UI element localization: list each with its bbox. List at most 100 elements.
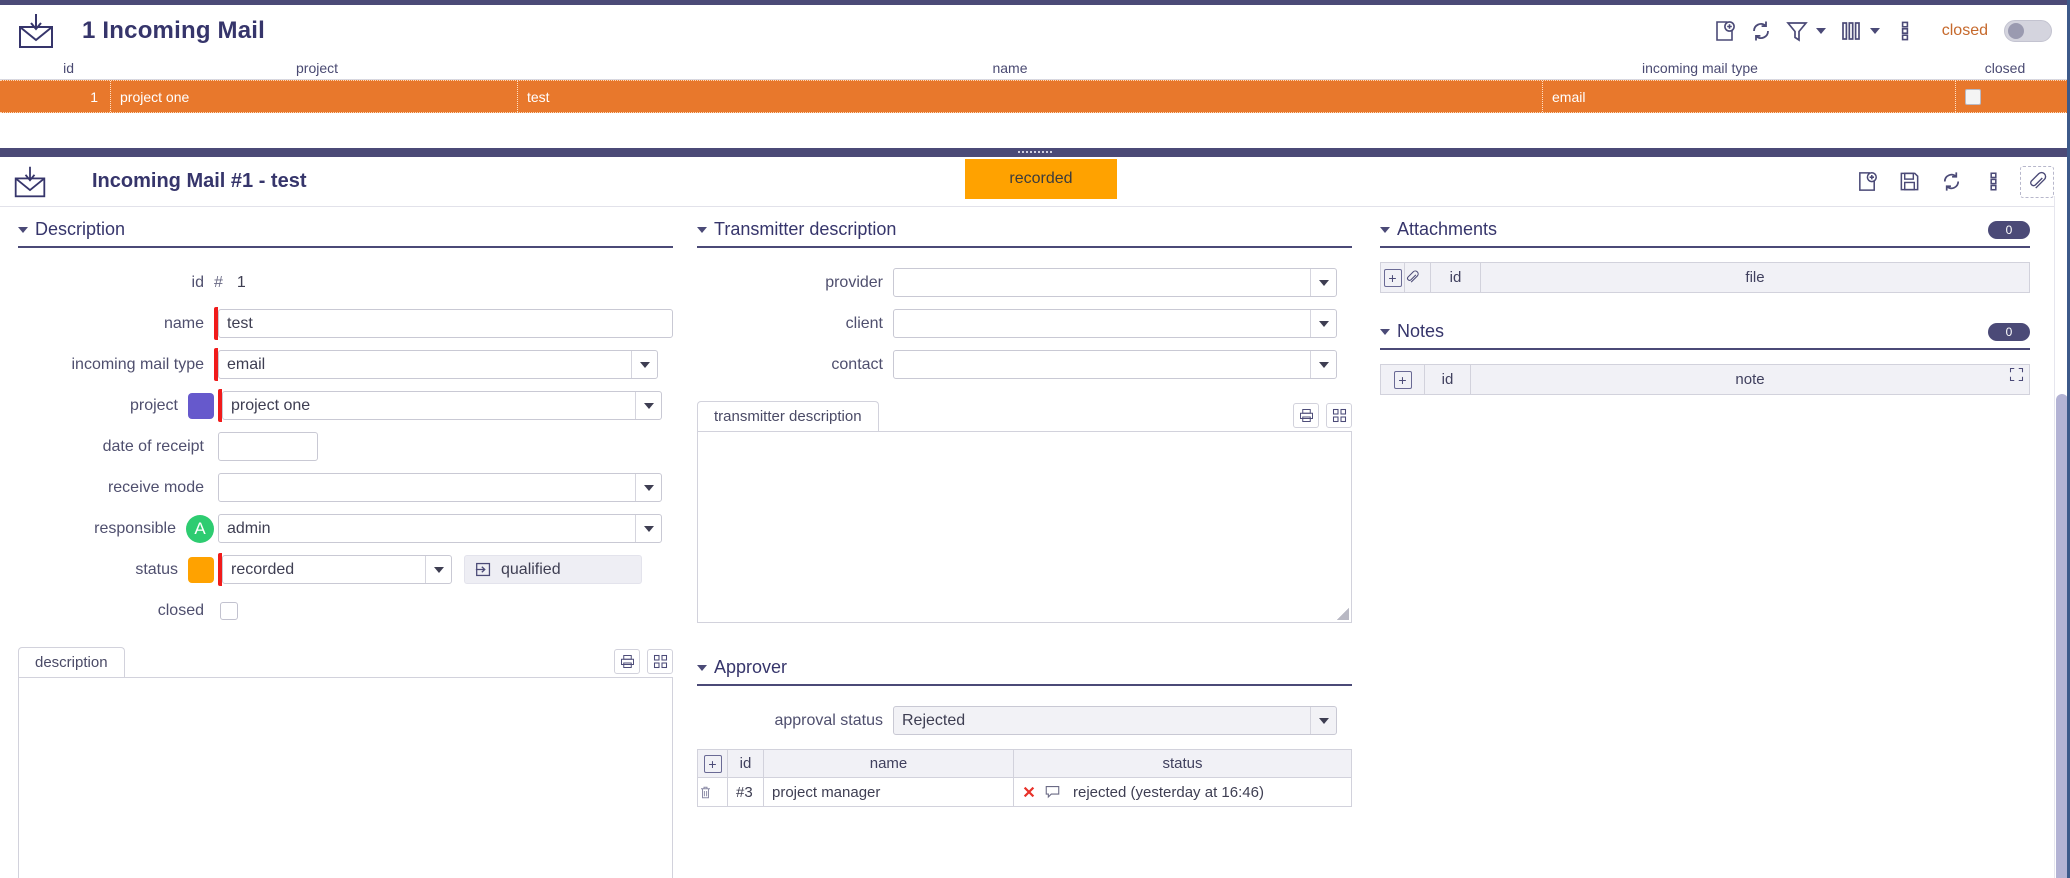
- tab-description[interactable]: description: [18, 647, 125, 677]
- expand-icon[interactable]: [647, 649, 673, 674]
- add-page-icon[interactable]: [1710, 16, 1740, 46]
- contact-select[interactable]: [893, 350, 1337, 379]
- refresh-icon[interactable]: [1936, 167, 1966, 197]
- filter-dropdown-caret-icon[interactable]: [1815, 28, 1826, 34]
- approver-column-status[interactable]: status: [1013, 749, 1352, 778]
- chevron-down-icon[interactable]: [635, 474, 661, 501]
- collapse-triangle-icon[interactable]: [1380, 226, 1390, 233]
- transmitter-tabstrip: transmitter description: [697, 401, 1352, 431]
- save-icon[interactable]: [1894, 167, 1924, 197]
- closed-toggle[interactable]: [2004, 20, 2052, 42]
- closed-checkbox[interactable]: [220, 601, 238, 620]
- date-of-receipt-input[interactable]: [218, 432, 318, 461]
- attachments-clip-cell: [1404, 262, 1431, 293]
- field-row-receive-mode: receive mode: [18, 467, 673, 508]
- cell-project: project one: [120, 88, 190, 105]
- description-section-header[interactable]: Description: [18, 207, 673, 248]
- approver-section-header[interactable]: Approver: [697, 645, 1352, 686]
- incoming-mail-type-select[interactable]: email: [218, 350, 658, 379]
- description-textarea[interactable]: [18, 677, 673, 878]
- cell-closed: [1959, 81, 2065, 112]
- add-page-icon[interactable]: [1852, 167, 1882, 197]
- print-icon[interactable]: [1293, 403, 1319, 428]
- chevron-down-icon[interactable]: [425, 556, 451, 583]
- attachments-column-id[interactable]: id: [1430, 262, 1481, 293]
- field-row-project: project project one: [18, 385, 673, 426]
- paperclip-icon[interactable]: [1405, 270, 1430, 285]
- comment-bubble-icon[interactable]: [1045, 785, 1060, 799]
- collapse-triangle-icon[interactable]: [697, 664, 707, 671]
- table-row[interactable]: #3 project manager rejected (yesterday a…: [697, 777, 1352, 807]
- expand-icon[interactable]: [2009, 367, 2024, 382]
- transmitter-description-textarea[interactable]: [697, 431, 1352, 623]
- collapse-triangle-icon[interactable]: [18, 226, 28, 233]
- label-receive-mode: receive mode: [107, 478, 204, 496]
- chevron-down-icon[interactable]: [631, 351, 657, 378]
- notes-add-cell: +: [1380, 364, 1425, 395]
- chevron-down-icon[interactable]: [1310, 310, 1336, 337]
- notes-column-id[interactable]: id: [1424, 364, 1471, 395]
- column-header-name[interactable]: name: [920, 57, 1100, 79]
- more-options-icon[interactable]: [1978, 167, 2008, 197]
- column-header-closed[interactable]: closed: [1950, 57, 2060, 79]
- chevron-down-icon[interactable]: [635, 392, 661, 419]
- transmitter-section-header[interactable]: Transmitter description: [697, 207, 1352, 248]
- more-options-icon[interactable]: [1890, 16, 1920, 46]
- detail-header: Incoming Mail #1 - test recorded: [0, 157, 2070, 207]
- field-row-client: client: [697, 303, 1352, 344]
- columns-icon[interactable]: [1836, 16, 1866, 46]
- column-header-id[interactable]: id: [12, 57, 80, 79]
- provider-select[interactable]: [893, 268, 1337, 297]
- add-note-button[interactable]: +: [1393, 370, 1412, 389]
- chevron-down-icon[interactable]: [635, 515, 661, 542]
- approval-status-select[interactable]: Rejected: [893, 706, 1337, 735]
- print-icon[interactable]: [614, 649, 640, 674]
- add-approver-button[interactable]: +: [703, 754, 722, 773]
- approver-cell-name: project manager: [763, 777, 1014, 807]
- attachments-column-file[interactable]: file: [1480, 262, 2030, 293]
- collapse-triangle-icon[interactable]: [1380, 328, 1390, 335]
- tab-transmitter-description[interactable]: transmitter description: [697, 401, 879, 431]
- label-approval-status: approval status: [774, 711, 883, 729]
- attachments-table-header: + id file: [1380, 262, 2030, 293]
- row-closed-checkbox[interactable]: [1965, 88, 1981, 105]
- collapse-triangle-icon[interactable]: [697, 226, 707, 233]
- add-attachment-button[interactable]: +: [1383, 268, 1402, 287]
- attachment-button[interactable]: [2020, 165, 2054, 198]
- splitter-drag-handle[interactable]: [1018, 151, 1052, 154]
- transmitter-section-title: Transmitter description: [714, 219, 897, 239]
- cell-id: 1: [90, 88, 98, 105]
- notes-column-note[interactable]: note: [1470, 364, 2030, 395]
- chevron-down-icon[interactable]: [1310, 351, 1336, 378]
- approver-column-name[interactable]: name: [763, 749, 1014, 778]
- client-select[interactable]: [893, 309, 1337, 338]
- resize-grip[interactable]: [1337, 608, 1349, 620]
- approver-column-id[interactable]: id: [727, 749, 764, 778]
- responsible-select[interactable]: admin: [218, 514, 662, 543]
- project-select[interactable]: project one: [222, 391, 662, 420]
- status-badge[interactable]: recorded: [965, 159, 1117, 199]
- label-closed: closed: [157, 601, 204, 619]
- notes-section-header[interactable]: Notes 0: [1380, 309, 2030, 350]
- trash-icon[interactable]: [698, 785, 727, 800]
- incoming-mail-envelope-icon: [14, 12, 58, 50]
- attachments-section-header[interactable]: Attachments 0: [1380, 207, 2030, 248]
- columns-dropdown-caret-icon[interactable]: [1869, 28, 1880, 34]
- column-header-incoming-mail-type[interactable]: incoming mail type: [1590, 57, 1810, 79]
- filter-icon[interactable]: [1782, 16, 1812, 46]
- expand-icon[interactable]: [1326, 403, 1352, 428]
- table-row[interactable]: 1 project one test email: [0, 80, 2070, 113]
- paperclip-icon: [2027, 171, 2048, 192]
- status-select[interactable]: recorded: [222, 555, 452, 584]
- panel-splitter[interactable]: [0, 148, 2070, 157]
- master-header: 1 Incoming Mail closed: [0, 5, 2070, 57]
- qualified-transition-button[interactable]: qualified: [464, 555, 642, 584]
- chevron-down-icon[interactable]: [1310, 269, 1336, 296]
- column-header-project[interactable]: project: [290, 57, 470, 79]
- refresh-icon[interactable]: [1746, 16, 1776, 46]
- name-input[interactable]: test: [218, 309, 673, 338]
- chevron-down-icon[interactable]: [1310, 707, 1336, 734]
- incoming-mail-type-value: email: [227, 355, 266, 373]
- field-row-contact: contact: [697, 344, 1352, 385]
- receive-mode-select[interactable]: [218, 473, 662, 502]
